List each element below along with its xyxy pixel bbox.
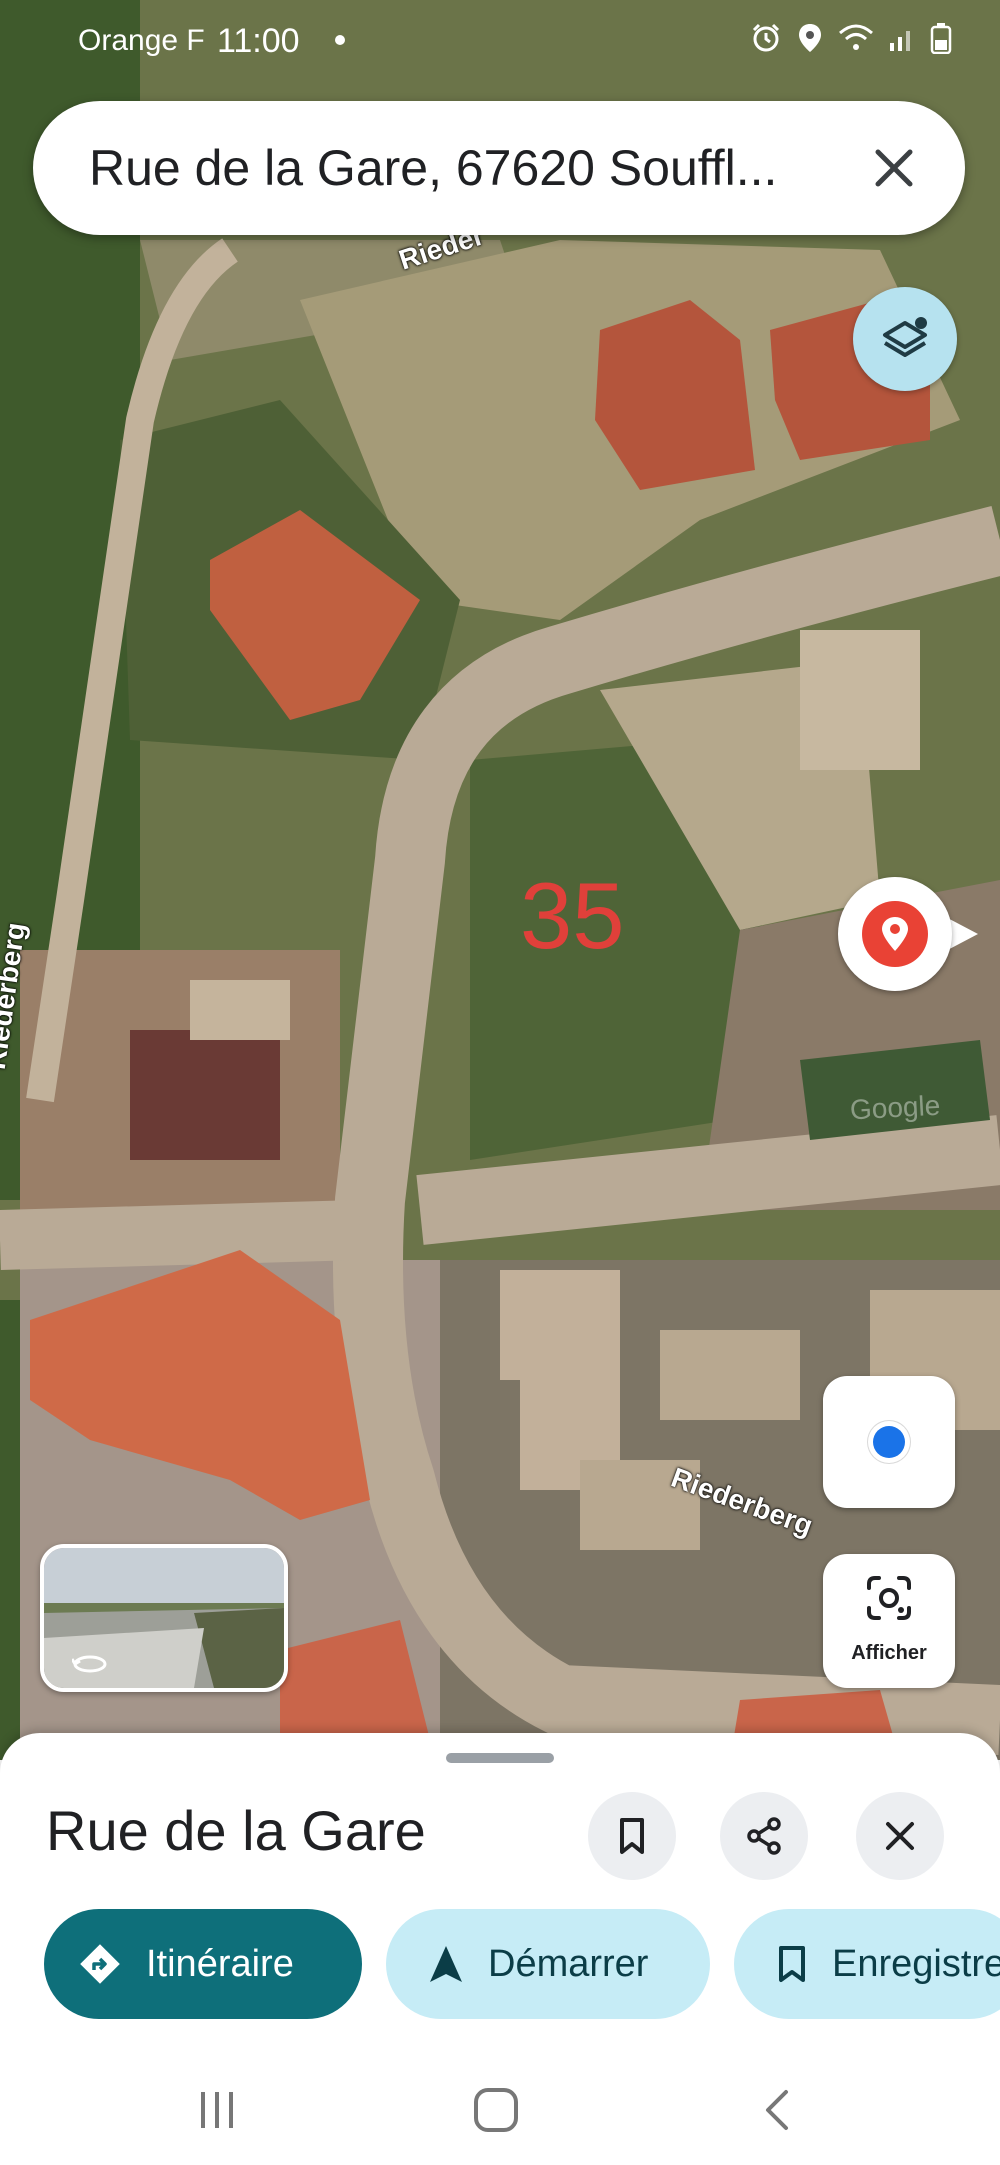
overlay-number: 35 [520, 863, 625, 968]
place-pin[interactable] [838, 877, 952, 991]
signal-icon [888, 23, 916, 61]
status-bar: Orange F 11:00 [0, 0, 1000, 86]
drag-handle[interactable] [446, 1753, 554, 1763]
search-bar[interactable]: Rue de la Gare, 67620 Souffl... [33, 101, 965, 235]
back-icon [766, 2090, 788, 2130]
recent-apps-button[interactable] [187, 2080, 247, 2140]
close-icon [886, 1822, 914, 1850]
save-chip[interactable]: Enregistrer [734, 1909, 1000, 2019]
lens-label: Afficher [851, 1642, 927, 1664]
save-place-button[interactable] [588, 1792, 676, 1880]
system-navigation-bar [0, 2050, 1000, 2165]
my-location-icon [873, 1426, 905, 1458]
layers-icon [883, 317, 927, 357]
place-title: Rue de la Gare [46, 1799, 426, 1862]
wifi-icon [838, 23, 874, 61]
bookmark-icon [620, 1818, 644, 1854]
lens-button[interactable]: Afficher [823, 1554, 955, 1688]
carrier-label: Orange F [78, 24, 205, 57]
close-icon[interactable] [861, 135, 927, 201]
alarm-icon [750, 22, 782, 62]
recent-apps-icon [201, 2092, 233, 2128]
start-label: Démarrer [488, 1942, 649, 1985]
layers-button[interactable] [853, 287, 957, 391]
start-chip[interactable]: Démarrer [386, 1909, 710, 2019]
close-sheet-button[interactable] [856, 1792, 944, 1880]
battery-icon [930, 22, 952, 62]
navigation-arrow-icon [428, 1944, 464, 1984]
status-icons [750, 22, 952, 62]
share-button[interactable] [720, 1792, 808, 1880]
map-pin-icon [862, 901, 928, 967]
location-icon [796, 22, 824, 62]
camera-lens-icon [867, 1576, 911, 1620]
directions-chip[interactable]: Itinéraire [44, 1909, 362, 2019]
my-location-button[interactable] [823, 1376, 955, 1508]
street-view-thumbnail[interactable] [40, 1544, 288, 1692]
rotate-360-icon [70, 1650, 108, 1682]
home-button[interactable] [466, 2080, 526, 2140]
map-watermark: Google [849, 1089, 942, 1126]
bookmark-icon [776, 1944, 808, 1984]
home-icon [474, 2088, 518, 2132]
satellite-map[interactable]: Rieder Riederberg Riederberg Google 35 O… [0, 0, 1000, 1760]
back-button[interactable] [748, 2080, 808, 2140]
save-label: Enregistrer [832, 1942, 1000, 1985]
directions-icon [78, 1942, 122, 1986]
search-query[interactable]: Rue de la Gare, 67620 Souffl... [89, 139, 869, 197]
notification-dot [335, 35, 345, 45]
directions-label: Itinéraire [146, 1942, 294, 1985]
clock: 11:00 [217, 22, 300, 60]
share-icon [747, 1817, 781, 1855]
